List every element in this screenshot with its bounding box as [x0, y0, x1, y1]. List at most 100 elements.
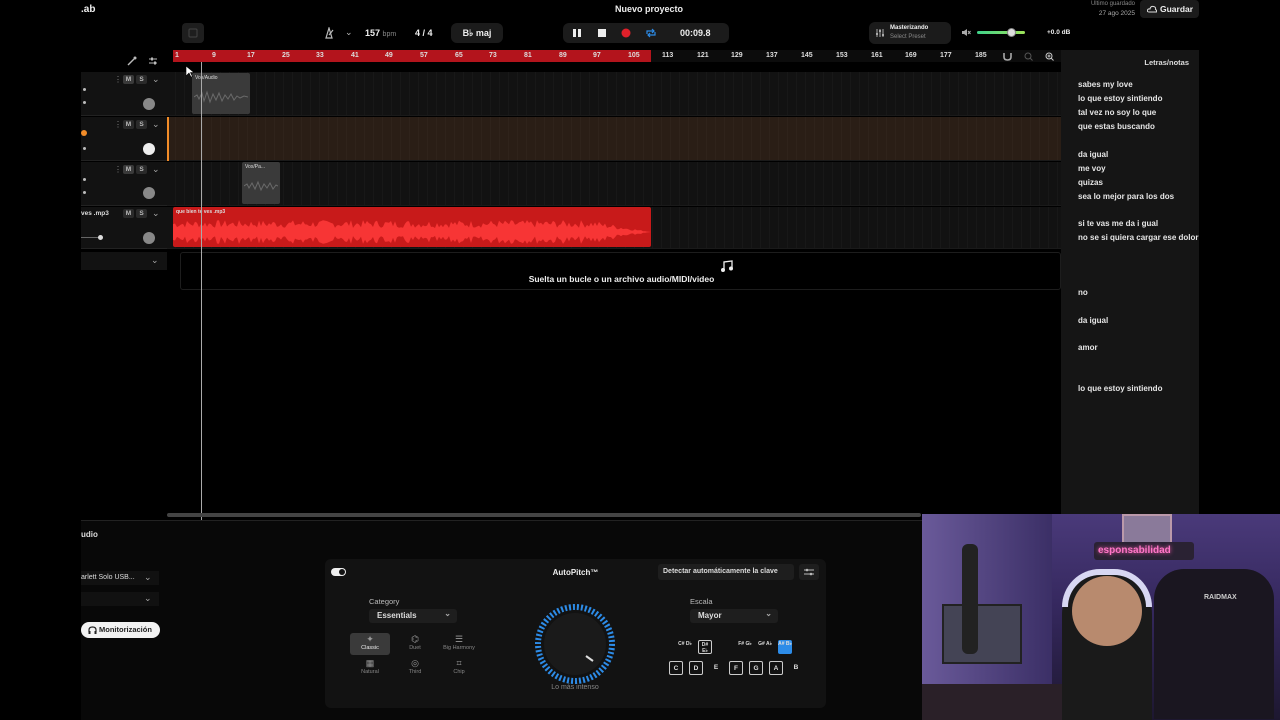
key-g[interactable]: G [749, 661, 763, 675]
track-header-4[interactable]: ves .mp3 M S ⌄ [81, 207, 167, 249]
mode-classic[interactable]: ✦ Classic [350, 633, 390, 655]
mode-natural[interactable]: ▦ Natural [350, 657, 390, 679]
track-expand-icon[interactable]: ⌄ [152, 74, 160, 85]
lyric-line[interactable]: que estas buscando [1078, 122, 1155, 131]
track-name[interactable]: ves .mp3 [81, 210, 109, 217]
track-lane-3[interactable]: Vox/Pa... [167, 162, 1061, 206]
scale-dropdown[interactable]: Mayor ⌄ [690, 609, 778, 623]
zoom-in-icon[interactable] [1045, 52, 1054, 63]
lyric-line[interactable]: quizas [1078, 178, 1103, 187]
track-header-2[interactable]: ⋮ M S ⌄ [81, 117, 167, 161]
key-sharp[interactable]: A# B♭ [778, 640, 792, 654]
audio-clip[interactable]: que bien te ves .mp3 [173, 207, 651, 247]
track-lane-1[interactable]: Vox/Audio [167, 72, 1061, 116]
solo-button[interactable]: S [136, 75, 147, 84]
detect-key-button[interactable]: Detectar automáticamente la clave [658, 564, 794, 580]
snap-magnet-icon[interactable] [1003, 52, 1012, 63]
solo-button[interactable]: S [136, 120, 147, 129]
metronome-icon[interactable] [323, 25, 337, 39]
key-sharp[interactable]: C# D♭ [678, 640, 692, 654]
drop-zone-text: Suelta un bucle o un archivo audio/MIDI/… [528, 274, 715, 284]
add-track-row[interactable]: ⌄ [81, 252, 167, 270]
stop-icon[interactable] [597, 28, 607, 40]
track-lane-2[interactable] [167, 117, 1061, 161]
lyric-line[interactable]: lo que estoy sintiendo [1078, 94, 1162, 103]
pan-knob[interactable] [143, 98, 155, 110]
loop-icon[interactable] [645, 28, 657, 40]
drop-zone[interactable]: Suelta un bucle o un archivo audio/MIDI/… [180, 252, 1061, 290]
project-title[interactable]: Nuevo proyecto [615, 4, 683, 14]
track-expand-icon[interactable]: ⌄ [152, 164, 160, 175]
mode-third[interactable]: ◎ Third [395, 657, 435, 679]
lyric-line[interactable]: amor [1078, 343, 1098, 352]
key-f[interactable]: F [729, 661, 743, 675]
track-header-3[interactable]: ⋮ M S ⌄ [81, 162, 167, 206]
input-device-dropdown[interactable]: arlett Solo USB... ⌄ [81, 571, 159, 585]
category-dropdown[interactable]: Essentials ⌄ [369, 609, 457, 623]
lyric-line[interactable]: sabes my love [1078, 80, 1133, 89]
monitor-button[interactable]: Monitorización [81, 622, 160, 638]
neon-sign: esponsabilidad [1094, 542, 1194, 560]
track-expand-icon[interactable]: ⌄ [152, 119, 160, 130]
key-c[interactable]: C [669, 661, 683, 675]
mute-button[interactable]: M [123, 120, 134, 129]
mastering-selector[interactable]: Masterizando Select Preset [869, 22, 951, 44]
master-volume-slider[interactable] [977, 31, 1025, 34]
mute-button[interactable]: M [123, 75, 134, 84]
key-sharp[interactable]: D# E♭ [698, 640, 712, 654]
lyric-line[interactable]: no [1078, 288, 1088, 297]
lyric-line[interactable]: lo que estoy sintiendo [1078, 384, 1162, 393]
timeline-ruler[interactable]: 1 9 17 25 33 41 49 57 65 73 81 89 97 105 113 121 129 137 1… [173, 50, 1061, 62]
key-b[interactable]: B [789, 661, 803, 675]
key-sharp[interactable]: F# G♭ [738, 640, 752, 654]
mute-button[interactable]: M [123, 165, 134, 174]
solo-button[interactable]: S [136, 209, 147, 218]
lyric-line[interactable]: tal vez no soy lo que [1078, 108, 1156, 117]
track-header-1[interactable]: ⋮ M S ⌄ [81, 72, 167, 116]
audio-clip[interactable]: Vox/Pa... [242, 162, 280, 204]
mute-button[interactable]: M [123, 209, 134, 218]
track-expand-icon[interactable]: ⌄ [152, 208, 160, 219]
pan-knob[interactable] [143, 187, 155, 199]
wand-icon[interactable] [127, 56, 137, 68]
loop-region[interactable] [173, 50, 651, 62]
zoom-out-icon[interactable] [1024, 52, 1033, 63]
pause-icon[interactable] [572, 28, 582, 40]
key-a[interactable]: A [769, 661, 783, 675]
record-arm-indicator[interactable] [81, 130, 87, 136]
key-sharp[interactable]: G# A♭ [758, 640, 772, 654]
key-selector[interactable]: B♭ maj [451, 23, 503, 43]
mode-big-harmony[interactable]: ☰ Big Harmony [439, 633, 479, 655]
pan-knob[interactable] [143, 143, 155, 155]
time-signature[interactable]: 4 / 4 [415, 28, 433, 38]
track-lane-4[interactable]: que bien te ves .mp3 [167, 207, 1061, 249]
tempo-display[interactable]: 157 bpm [365, 28, 396, 38]
pan-knob[interactable] [143, 232, 155, 244]
intensity-knob[interactable] [530, 599, 620, 689]
chevron-down-icon[interactable]: ⌄ [151, 255, 159, 266]
lyric-line[interactable]: no se si quiera cargar ese dolor [1078, 233, 1199, 242]
speaker-mute-icon[interactable] [961, 28, 971, 39]
grid-button[interactable] [182, 23, 204, 43]
lyric-line[interactable]: si te vas me da i gual [1078, 219, 1158, 228]
volume-handle[interactable] [1007, 28, 1016, 37]
horizontal-scrollbar[interactable] [167, 513, 921, 517]
mode-chip[interactable]: ⌗ Chip [439, 657, 479, 679]
record-icon[interactable] [621, 28, 631, 40]
mode-duet[interactable]: ⌬ Duet [395, 633, 435, 655]
lyric-line[interactable]: sea lo mejor para los dos [1078, 192, 1174, 201]
input-channel-dropdown[interactable]: ⌄ [81, 592, 159, 606]
save-button[interactable]: Guardar [1140, 0, 1199, 18]
ruler-tick: 49 [385, 52, 393, 59]
lyric-line[interactable]: da igual [1078, 316, 1108, 325]
volume-handle[interactable] [98, 235, 103, 240]
lyric-line[interactable]: da igual [1078, 150, 1108, 159]
metronome-chevron-icon[interactable]: ⌄ [345, 27, 353, 38]
track-settings-icon[interactable] [148, 56, 158, 68]
solo-button[interactable]: S [136, 165, 147, 174]
key-e[interactable]: E [709, 661, 723, 675]
playhead[interactable] [201, 62, 202, 520]
key-d[interactable]: D [689, 661, 703, 675]
lyric-line[interactable]: me voy [1078, 164, 1106, 173]
autopitch-settings-button[interactable] [799, 564, 819, 580]
